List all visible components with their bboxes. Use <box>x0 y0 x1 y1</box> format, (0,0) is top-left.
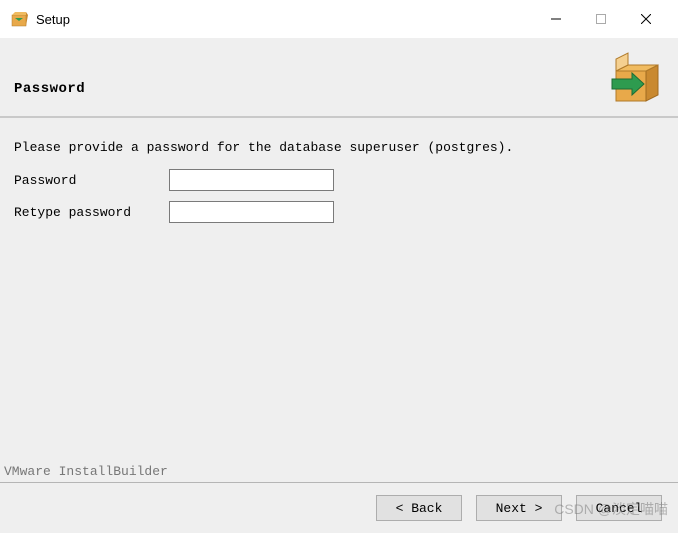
retype-password-input[interactable] <box>169 201 334 223</box>
close-button[interactable] <box>623 4 668 34</box>
titlebar: Setup <box>0 0 678 38</box>
maximize-button <box>578 4 623 34</box>
back-button[interactable]: < Back <box>376 495 462 521</box>
app-icon <box>10 10 28 28</box>
wizard-content: Please provide a password for the databa… <box>0 118 678 464</box>
next-button[interactable]: Next > <box>476 495 562 521</box>
password-row: Password <box>14 169 664 191</box>
page-title: Password <box>14 81 85 97</box>
window-title: Setup <box>36 12 533 27</box>
password-input[interactable] <box>169 169 334 191</box>
wizard-header: Password <box>0 38 678 118</box>
password-label: Password <box>14 173 169 188</box>
instruction-text: Please provide a password for the databa… <box>14 140 664 155</box>
wizard-footer: < Back Next > Cancel <box>0 483 678 533</box>
box-arrow-icon <box>606 51 664 109</box>
retype-password-label: Retype password <box>14 205 169 220</box>
installer-brand: VMware InstallBuilder <box>0 464 678 483</box>
cancel-button[interactable]: Cancel <box>576 495 662 521</box>
minimize-button[interactable] <box>533 4 578 34</box>
retype-password-row: Retype password <box>14 201 664 223</box>
